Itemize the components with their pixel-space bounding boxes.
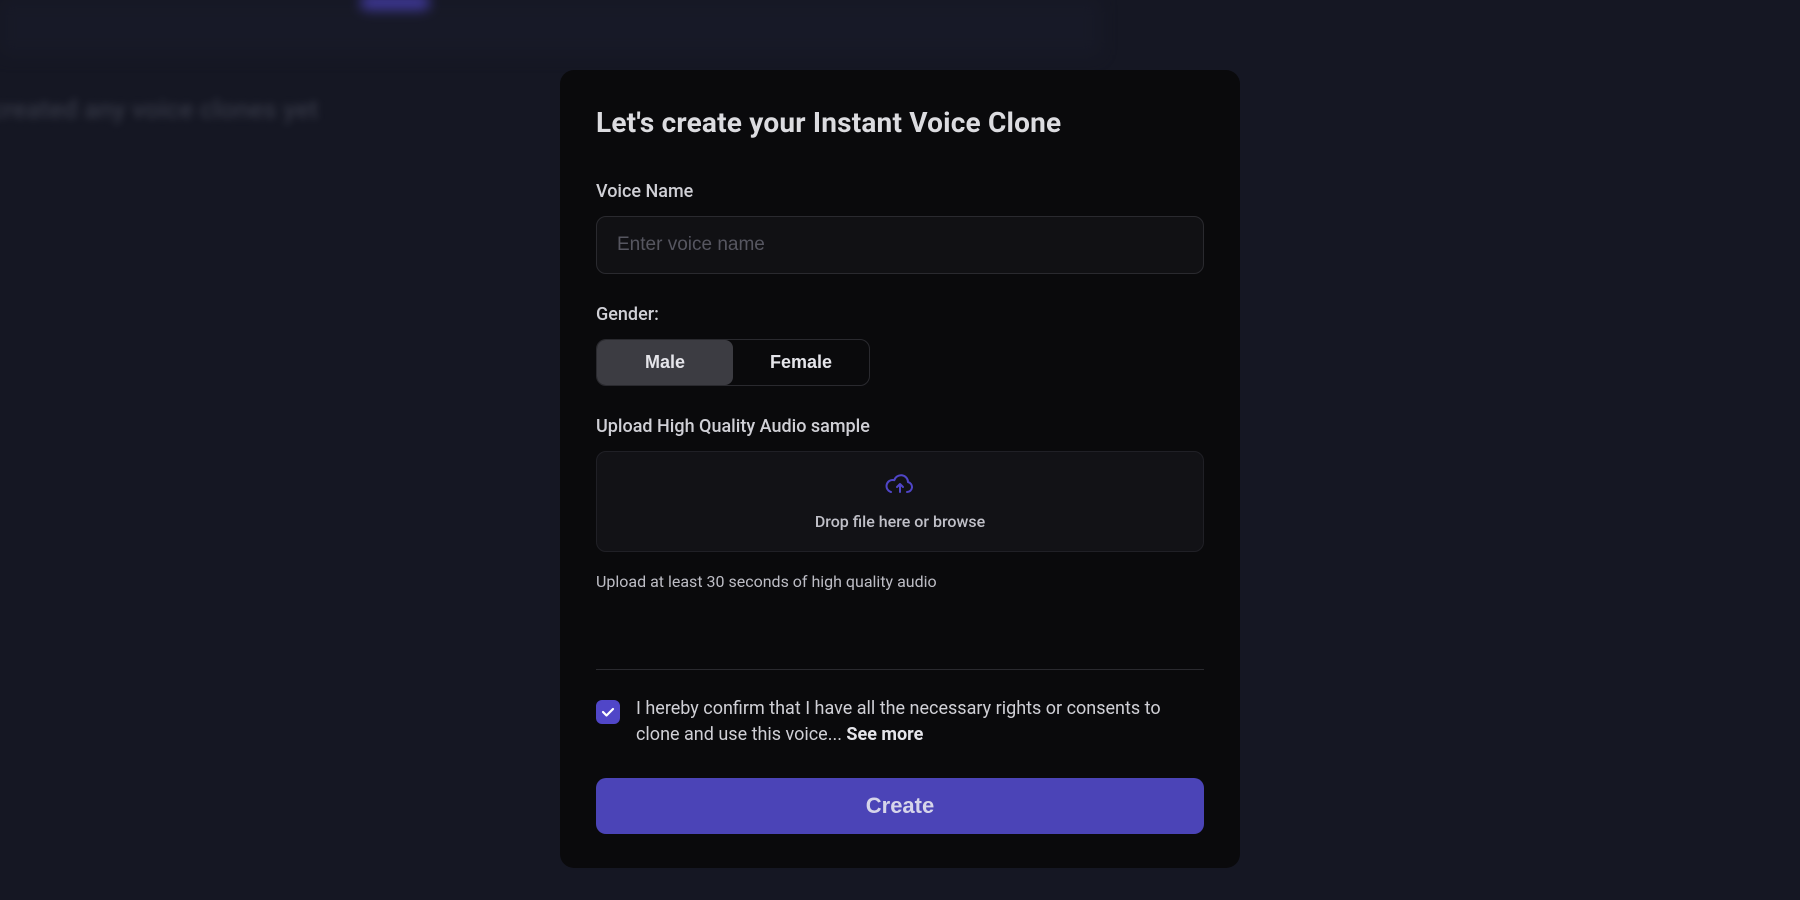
divider — [596, 669, 1204, 670]
audio-dropzone[interactable]: Drop file here or browse — [596, 451, 1204, 552]
gender-section: Gender: Male Female — [596, 304, 1204, 386]
gender-option-male[interactable]: Male — [597, 340, 733, 385]
gender-option-female[interactable]: Female — [733, 340, 869, 385]
check-icon — [601, 705, 615, 719]
upload-hint: Upload at least 30 seconds of high quali… — [596, 572, 1204, 591]
backdrop-band — [0, 0, 1100, 55]
dropzone-text: Drop file here or browse — [597, 512, 1203, 531]
upload-section: Upload High Quality Audio sample Drop fi… — [596, 416, 1204, 591]
consent-row: I hereby confirm that I have all the nec… — [596, 696, 1204, 748]
backdrop-pill — [360, 0, 430, 10]
voice-name-section: Voice Name — [596, 181, 1204, 274]
modal-title: Let's create your Instant Voice Clone — [596, 106, 1204, 139]
cloud-upload-icon — [597, 474, 1203, 502]
consent-text: I hereby confirm that I have all the nec… — [636, 696, 1204, 748]
voice-name-label: Voice Name — [596, 181, 1204, 202]
see-more-link[interactable]: See more — [846, 724, 923, 745]
backdrop-blurred-text: created any voice clones yet — [0, 95, 318, 125]
create-button[interactable]: Create — [596, 778, 1204, 834]
consent-checkbox[interactable] — [596, 700, 620, 724]
upload-label: Upload High Quality Audio sample — [596, 416, 1204, 437]
gender-label: Gender: — [596, 304, 1204, 325]
voice-name-input[interactable] — [596, 216, 1204, 274]
voice-clone-modal: Let's create your Instant Voice Clone Vo… — [560, 70, 1240, 868]
gender-toggle: Male Female — [596, 339, 870, 386]
